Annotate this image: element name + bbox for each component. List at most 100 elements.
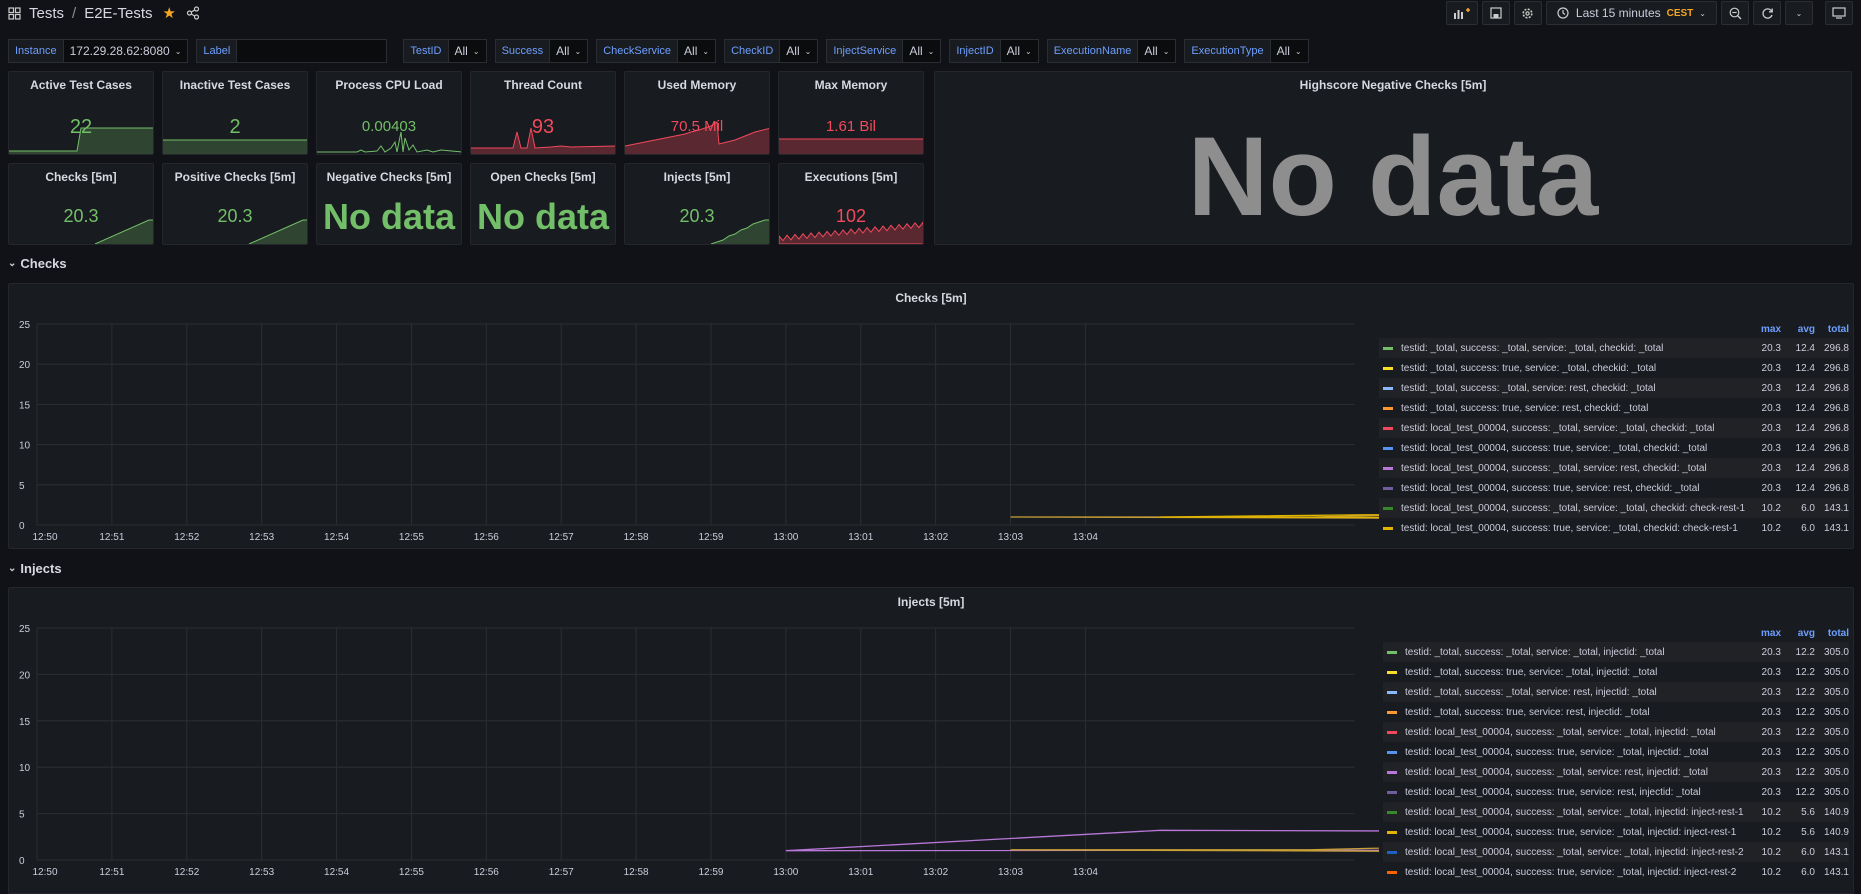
stat-panel-open-checks-5m[interactable]: Open Checks [5m] No data: [470, 163, 616, 245]
dashboards-grid-icon[interactable]: [8, 6, 21, 20]
legend-item[interactable]: testid: local_test_00004, success: true,…: [1379, 518, 1849, 538]
sparkline: [317, 131, 461, 153]
y-tick-label: 5: [19, 481, 25, 492]
variable-injectid: InjectID All ⌄: [949, 39, 1039, 63]
sparkline: [625, 121, 769, 154]
legend-column-total[interactable]: total: [1815, 628, 1849, 639]
stat-panel-max-memory[interactable]: Max Memory 1.61 Bil: [778, 71, 924, 155]
stat-panel-active-test-cases[interactable]: Active Test Cases 22: [8, 71, 154, 155]
sparkline: [163, 139, 307, 154]
legend-item[interactable]: testid: local_test_00004, success: true,…: [1383, 742, 1849, 762]
variable-executiontype-select[interactable]: All ⌄: [1270, 39, 1309, 63]
stat-panel-thread-count[interactable]: Thread Count 93: [470, 71, 616, 155]
variable-success: Success All ⌄: [494, 39, 589, 63]
highscore-negative-checks-panel[interactable]: Highscore Negative Checks [5m] No data: [934, 71, 1852, 245]
variable-success-select[interactable]: All ⌄: [550, 39, 589, 63]
stat-panel-process-cpu-load[interactable]: Process CPU Load 0.00403: [316, 71, 462, 155]
legend-item[interactable]: testid: local_test_00004, success: true,…: [1383, 862, 1849, 882]
refresh-button[interactable]: [1753, 1, 1781, 25]
legend-item[interactable]: testid: local_test_00004, success: _tota…: [1383, 802, 1849, 822]
dashboard-settings-button[interactable]: [1513, 1, 1542, 25]
variable-value: All: [684, 44, 698, 58]
stat-panel-injects-5m[interactable]: Injects [5m] 20.3: [624, 163, 770, 245]
variable-injectservice-select[interactable]: All ⌄: [903, 39, 942, 63]
legend-column-max[interactable]: max: [1747, 628, 1781, 639]
chevron-down-icon: ⌄: [1699, 8, 1706, 18]
legend-series-name: testid: _total, success: _total, service…: [1401, 342, 1664, 354]
row-header-injects[interactable]: ⌄ Injects: [8, 561, 62, 576]
variable-testid-select[interactable]: All ⌄: [448, 39, 487, 63]
variable-instance-select[interactable]: 172.29.28.62:8080 ⌄: [63, 39, 189, 63]
legend-column-avg[interactable]: avg: [1781, 324, 1815, 335]
legend-item[interactable]: testid: local_test_00004, success: _tota…: [1379, 458, 1849, 478]
variable-checkid-select[interactable]: All ⌄: [780, 39, 819, 63]
stat-panel-inactive-test-cases[interactable]: Inactive Test Cases 2: [162, 71, 308, 155]
legend-series-name: testid: _total, success: true, service: …: [1405, 666, 1658, 678]
variable-executiontype: ExecutionType All ⌄: [1184, 39, 1309, 63]
tv-mode-button[interactable]: [1825, 1, 1853, 25]
legend-series-name: testid: local_test_00004, success: _tota…: [1401, 422, 1715, 434]
dashboard-title[interactable]: E2E-Tests: [84, 5, 152, 22]
legend-total-value: 143.1: [1823, 866, 1849, 878]
legend-total-value: 305.0: [1823, 686, 1849, 698]
time-range-picker[interactable]: Last 15 minutes CEST ⌄: [1545, 1, 1717, 25]
checks-chart: 0 5 10 15 20 25 12:50 12:51 12:52 12:53 12:54 12:55…: [19, 320, 1379, 543]
variable-checkservice-select[interactable]: All ⌄: [678, 39, 717, 63]
row-header-checks[interactable]: ⌄ Checks: [8, 256, 67, 271]
clock-icon: [1557, 7, 1569, 19]
legend-item[interactable]: testid: local_test_00004, success: true,…: [1383, 782, 1849, 802]
breadcrumb-folder[interactable]: Tests: [29, 5, 64, 22]
legend-max-value: 20.3: [1761, 766, 1781, 778]
label-text-input[interactable]: [237, 39, 388, 63]
legend-item[interactable]: testid: local_test_00004, success: true,…: [1379, 438, 1849, 458]
add-panel-button[interactable]: [1445, 1, 1478, 25]
stat-panel-checks-5m[interactable]: Checks [5m] 20.3: [8, 163, 154, 245]
legend-max-value: 10.2: [1761, 866, 1781, 878]
legend-item[interactable]: testid: local_test_00004, success: _tota…: [1379, 498, 1849, 518]
y-tick-label: 25: [19, 624, 31, 635]
legend-item[interactable]: testid: _total, success: true, service: …: [1383, 702, 1849, 722]
variable-label: Success: [494, 39, 551, 63]
legend-item[interactable]: testid: local_test_00004, success: true,…: [1383, 822, 1849, 842]
stat-panel-used-memory[interactable]: Used Memory 70.5 Mil: [624, 71, 770, 155]
legend-item[interactable]: testid: _total, success: _total, service…: [1383, 642, 1849, 662]
legend-item[interactable]: testid: local_test_00004, success: _tota…: [1383, 722, 1849, 742]
share-icon[interactable]: [186, 6, 200, 20]
legend-column-total[interactable]: total: [1815, 324, 1849, 335]
refresh-interval-dropdown[interactable]: ⌄: [1785, 1, 1813, 25]
legend-column-avg[interactable]: avg: [1781, 628, 1815, 639]
legend-item[interactable]: testid: _total, success: _total, service…: [1379, 378, 1849, 398]
x-tick-label: 12:55: [399, 532, 424, 543]
legend-item[interactable]: testid: _total, success: true, service: …: [1383, 662, 1849, 682]
legend-series-name: testid: local_test_00004, success: _tota…: [1401, 462, 1707, 474]
legend-header: max avg total: [1379, 320, 1849, 338]
legend-item[interactable]: testid: local_test_00004, success: _tota…: [1379, 418, 1849, 438]
legend-item[interactable]: testid: local_test_00004, success: true,…: [1379, 478, 1849, 498]
save-dashboard-button[interactable]: [1481, 1, 1510, 25]
legend-avg-value: 12.4: [1795, 342, 1815, 354]
zoom-out-button[interactable]: [1721, 1, 1749, 25]
timeseries-panel-checks[interactable]: Checks [5m] 0 5 10 15 20 25 12:50 12:51 12:52 12:…: [8, 283, 1854, 549]
legend-item[interactable]: testid: local_test_00004, success: _tota…: [1383, 842, 1849, 862]
timeseries-panel-injects[interactable]: Injects [5m] 0 5 10 15 20 25 12:50 12:51 12:52 12…: [8, 587, 1854, 894]
stat-panel-positive-checks-5m[interactable]: Positive Checks [5m] 20.3: [162, 163, 308, 245]
stat-panel-executions-5m[interactable]: Executions [5m] 102: [778, 163, 924, 245]
legend-item[interactable]: testid: local_test_00004, success: _tota…: [1383, 762, 1849, 782]
legend-item[interactable]: testid: _total, success: true, service: …: [1379, 398, 1849, 418]
sparkline: [248, 219, 307, 244]
legend-series-name: testid: _total, success: true, service: …: [1401, 362, 1657, 374]
x-tick-label: 12:54: [324, 867, 349, 878]
legend-item[interactable]: testid: _total, success: _total, service…: [1383, 682, 1849, 702]
variable-executionname-select[interactable]: All ⌄: [1138, 39, 1177, 63]
legend-item[interactable]: testid: _total, success: _total, service…: [1379, 338, 1849, 358]
legend-item[interactable]: testid: _total, success: true, service: …: [1379, 358, 1849, 378]
legend-avg-value: 12.2: [1795, 666, 1815, 678]
variable-injectid-select[interactable]: All ⌄: [1000, 39, 1039, 63]
legend-column-max[interactable]: max: [1747, 324, 1781, 335]
stat-panel-negative-checks-5m[interactable]: Negative Checks [5m] No data: [316, 163, 462, 245]
legend-swatch: [1383, 346, 1393, 350]
variable-label: Instance: [8, 39, 64, 63]
sparkline: [779, 221, 923, 244]
star-icon[interactable]: ★: [163, 4, 176, 22]
legend-total-value: 305.0: [1823, 746, 1849, 758]
